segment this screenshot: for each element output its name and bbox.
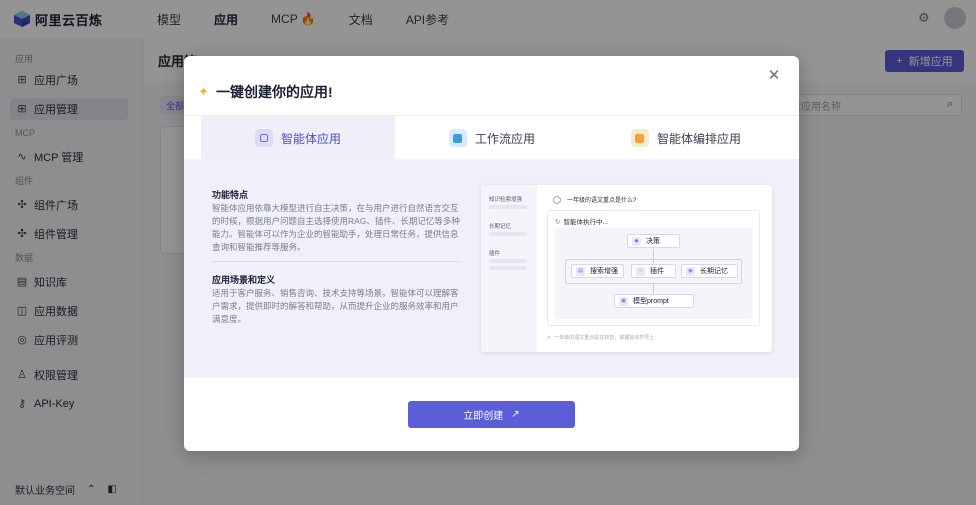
node-search: ▤ 搜索增强: [571, 264, 624, 278]
node-model: ▣ 模型prompt: [614, 294, 694, 308]
decision-icon: ◆: [632, 236, 641, 246]
node-decision: ◆ 决策: [627, 234, 680, 248]
model-icon: ▣: [619, 296, 628, 306]
illustration-exec-card: ↻ 智能体执行中... ◆ 决策 ▤ 搜索增强 ○ 插件 ◉ 长期记忆 ▣ 模型prompt: [547, 210, 760, 326]
tab-label: 智能体应用: [280, 131, 341, 146]
tab-workflow-app[interactable]: 工作流应用: [395, 116, 589, 160]
close-icon[interactable]: ✕: [767, 68, 781, 83]
tab-label: 智能体编排应用: [656, 131, 741, 146]
illustration-side-item: 长期记忆: [489, 224, 512, 230]
arrow-up-right-icon: ↗: [511, 409, 520, 420]
scenario-title: 应用场景和定义: [212, 275, 276, 285]
plugin-icon: ○: [636, 266, 645, 276]
agent-icon: [254, 129, 273, 147]
illustration-question: 一年级的语文重点是什么?: [553, 195, 636, 204]
question-text: 一年级的语文重点是什么?: [567, 198, 637, 204]
sparkle-icon: ✦: [198, 84, 209, 99]
features-title: 功能特点: [212, 190, 249, 200]
memory-icon: ◉: [686, 266, 695, 276]
flow-diagram: ◆ 决策 ▤ 搜索增强 ○ 插件 ◉ 长期记忆 ▣ 模型prompt: [555, 228, 752, 319]
tab-label: 工作流应用: [474, 131, 535, 146]
node-label: 模型prompt: [633, 298, 669, 305]
illustration-sidebar: 知识检索增强 长期记忆 插件: [481, 185, 537, 352]
illustration-input: ✧ 一年级的语文重点是在拼音，掌握标点符号上: [547, 334, 654, 341]
app-type-tabs: 智能体应用 工作流应用 智能体编排应用: [184, 115, 799, 160]
placeholder-bar: [489, 259, 527, 263]
illustration-side-item: 插件: [489, 251, 501, 257]
node-label: 长期记忆: [700, 268, 728, 275]
modal-title: ✦ 一键创建你的应用!: [198, 82, 333, 102]
agent-illustration: 知识检索增强 长期记忆 插件 一年级的语文重点是什么? ↻ 智能体执行中... ◆…: [481, 185, 772, 352]
create-now-button[interactable]: 立即创建 ↗: [408, 401, 575, 428]
node-plugin: ○ 插件: [631, 264, 676, 278]
orchestration-icon: [630, 129, 649, 147]
spark-icon: ✧: [547, 335, 552, 341]
executing-label: 智能体执行中...: [563, 219, 608, 226]
scenario-text: 适用于客户服务、销售咨询、技术支持等场景。智能体可以理解客户需求，提供即时的解答…: [212, 288, 459, 324]
workflow-icon: [448, 129, 467, 147]
node-label: 插件: [650, 268, 664, 275]
loading-icon: ↻: [555, 219, 561, 226]
node-label: 搜索增强: [590, 268, 618, 275]
illustration-side-item: 知识检索增强: [489, 197, 523, 203]
create-button-label: 立即创建: [463, 411, 504, 422]
features-text: 智能体应用依靠大模型进行自主决策，在与用户进行自然语言交互的时候，根据用户问题自…: [212, 203, 460, 252]
tab-panel: 功能特点 智能体应用依靠大模型进行自主决策，在与用户进行自然语言交互的时候，根据…: [184, 159, 799, 378]
placeholder-bar: [489, 266, 527, 270]
node-label: 决策: [646, 238, 660, 245]
placeholder-bar: [489, 205, 527, 209]
placeholder-bar: [489, 232, 527, 236]
create-app-modal: ✦ 一键创建你的应用! ✕ 智能体应用 工作流应用 智能体编排应用 功能特点 智…: [184, 56, 799, 451]
search-node-icon: ▤: [576, 266, 585, 276]
modal-title-text: 一键创建你的应用!: [216, 84, 333, 100]
input-hint: 一年级的语文重点是在拼音，掌握标点符号上: [554, 335, 655, 341]
user-avatar-icon: [553, 195, 561, 204]
node-memory: ◉ 长期记忆: [681, 264, 738, 278]
divider: [212, 261, 462, 262]
tab-agent-app[interactable]: 智能体应用: [201, 116, 395, 160]
executing-text: ↻ 智能体执行中...: [555, 216, 608, 226]
tab-orchestration-app[interactable]: 智能体编排应用: [589, 116, 783, 160]
